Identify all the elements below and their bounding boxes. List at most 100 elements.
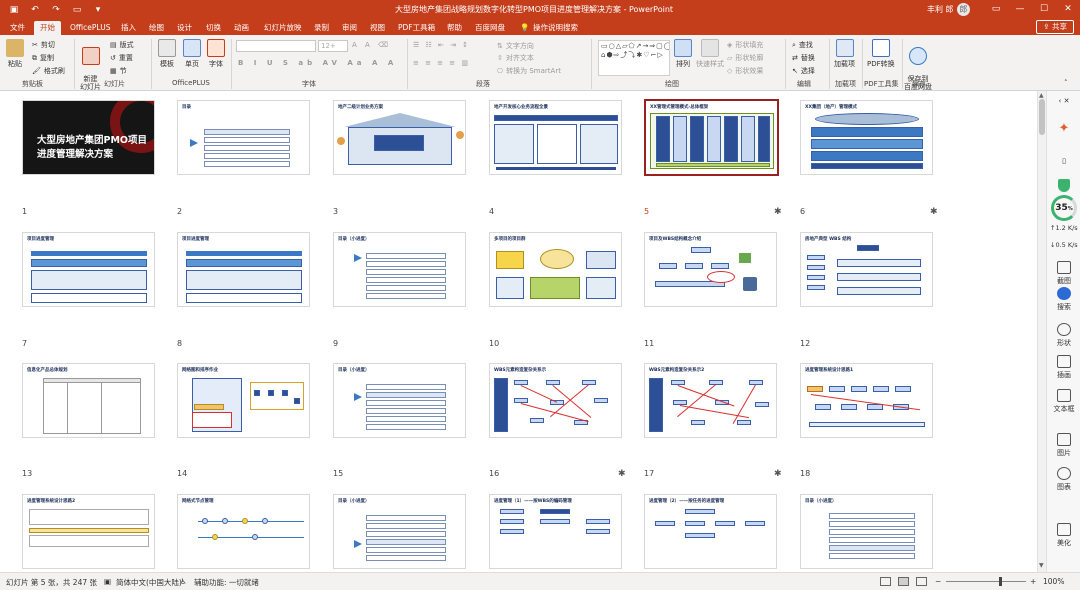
pdf-convert-button[interactable]: PDF转换 bbox=[867, 39, 895, 69]
tab-transitions[interactable]: 切换 bbox=[206, 21, 221, 35]
copy-button[interactable]: ⧉ 复制 bbox=[32, 53, 54, 63]
text-direction-button[interactable]: ⇅ 文字方向 bbox=[497, 41, 534, 51]
slide-thumbnail[interactable]: 目录（小进度） bbox=[333, 363, 466, 438]
slide-sorter-view-icon[interactable] bbox=[898, 577, 909, 586]
section-button[interactable]: ▦ 节 bbox=[110, 66, 127, 76]
new-slide-button[interactable]: 新建 幻灯片 bbox=[80, 39, 101, 91]
search-tool[interactable]: 搜索 bbox=[1047, 287, 1080, 312]
tell-me-search[interactable]: 操作说明搜索 bbox=[533, 21, 578, 35]
slide-thumbnail-selected[interactable]: XX管理式管理模式-总体框架 bbox=[644, 99, 779, 176]
tab-officeplus[interactable]: OfficePLUS bbox=[70, 21, 110, 35]
shape-effects-button[interactable]: ◇ 形状效果 bbox=[727, 66, 763, 76]
close-icon[interactable]: ✕ bbox=[1056, 0, 1080, 19]
single-page-button[interactable]: 单页 bbox=[183, 39, 201, 69]
scroll-up-icon[interactable]: ▲ bbox=[1039, 92, 1044, 99]
ribbon-display-icon[interactable]: ▭ bbox=[984, 0, 1008, 19]
slide-thumbnail[interactable]: 项目及WBS结构概念介绍 bbox=[644, 232, 777, 307]
tab-pdf-toolbox[interactable]: PDF工具箱 bbox=[398, 21, 435, 35]
tab-view[interactable]: 视图 bbox=[370, 21, 385, 35]
align-buttons[interactable]: ≡ ≡ ≡ ≡ ▥ bbox=[413, 59, 470, 67]
minimize-icon[interactable]: — bbox=[1008, 0, 1032, 19]
language-indicator[interactable]: 简体中文(中国大陆) bbox=[116, 577, 182, 588]
illustration-tool[interactable]: 插画 bbox=[1047, 355, 1080, 380]
tab-home[interactable]: 开始 bbox=[34, 21, 61, 35]
slide-thumbnail[interactable]: WBS元素构造复杂关系示 bbox=[489, 363, 622, 438]
select-button[interactable]: ↖ 选择 bbox=[792, 66, 815, 76]
scrollbar-thumb[interactable] bbox=[1039, 99, 1045, 135]
performance-gauge[interactable]: 35% bbox=[1051, 195, 1077, 221]
shapes-tool[interactable]: 形状 bbox=[1047, 323, 1080, 348]
redo-icon[interactable]: ↷ bbox=[50, 5, 62, 15]
tab-draw[interactable]: 绘图 bbox=[149, 21, 164, 35]
font-style-buttons[interactable]: B I U S ab AV Aa A A bbox=[238, 59, 397, 67]
slide-thumbnail[interactable]: 地产二级计划业务方案 bbox=[333, 100, 466, 175]
tab-animations[interactable]: 动画 bbox=[234, 21, 249, 35]
align-text-button[interactable]: ⇳ 对齐文本 bbox=[497, 53, 534, 63]
font-button[interactable]: 字体 bbox=[207, 39, 225, 69]
tab-insert[interactable]: 插入 bbox=[121, 21, 136, 35]
slide-thumbnail[interactable]: 大型房地产集团PMO项目进度管理解决方案 bbox=[22, 100, 155, 175]
scroll-down-icon[interactable]: ▼ bbox=[1039, 562, 1044, 569]
quick-styles-button[interactable]: 快速样式 bbox=[696, 39, 724, 69]
tab-design[interactable]: 设计 bbox=[177, 21, 192, 35]
customize-qat-icon[interactable]: ▾ bbox=[92, 5, 104, 15]
slide-thumbnail[interactable]: 房地产典型 WBS 结构 bbox=[800, 232, 933, 307]
proofing-icon[interactable]: ▣ bbox=[104, 577, 111, 586]
tab-record[interactable]: 录制 bbox=[314, 21, 329, 35]
slide-thumbnail[interactable]: 进度管理系统设计思路1 bbox=[800, 363, 933, 438]
slide-thumbnail[interactable]: 进度管理（2）——按任务的进度管理 bbox=[644, 494, 777, 569]
tab-file[interactable]: 文件 bbox=[10, 21, 25, 35]
layout-button[interactable]: ▤ 版式 bbox=[110, 40, 134, 50]
list-buttons[interactable]: ☰ ☷ ⇤ ⇥ ↕ bbox=[413, 41, 470, 49]
tab-slideshow[interactable]: 幻灯片放映 bbox=[264, 21, 302, 35]
phone-icon[interactable]: ▯ bbox=[1047, 157, 1080, 165]
normal-view-icon[interactable] bbox=[880, 577, 891, 586]
slide-thumbnail[interactable]: 多项目的项目群 bbox=[489, 232, 622, 307]
textbox-tool[interactable]: 文本框 bbox=[1047, 389, 1080, 414]
slide-thumbnail[interactable]: 网络图和排序作业 bbox=[177, 363, 310, 438]
start-slideshow-icon[interactable]: ▭ bbox=[71, 5, 83, 15]
slide-thumbnail[interactable]: 项目进度管理 bbox=[177, 232, 310, 307]
avatar[interactable]: 郎 bbox=[957, 3, 970, 16]
picture-tool[interactable]: 图片 bbox=[1047, 433, 1080, 458]
accessibility-status[interactable]: 辅助功能: 一切就绪 bbox=[194, 577, 259, 588]
assistant-logo-icon[interactable]: ✦ bbox=[1047, 121, 1080, 136]
maximize-icon[interactable]: ☐ bbox=[1032, 0, 1056, 19]
collapse-ribbon-icon[interactable]: ˄ bbox=[1064, 79, 1068, 87]
paste-button[interactable]: 粘贴 bbox=[6, 39, 24, 69]
reset-button[interactable]: ↺ 重置 bbox=[110, 53, 133, 63]
shape-fill-button[interactable]: ◈ 形状填充 bbox=[727, 40, 763, 50]
slide-thumbnail[interactable]: 进度管理系统设计思路2 bbox=[22, 494, 155, 569]
share-button[interactable]: ⇪ 共享 bbox=[1036, 20, 1074, 34]
zoom-out-icon[interactable]: − bbox=[935, 577, 941, 586]
user-name[interactable]: 丰利 郎 bbox=[927, 4, 954, 15]
font-size-grow-shrink[interactable]: A A ⌫ bbox=[352, 41, 391, 49]
slide-thumbnail[interactable]: 进度管理（1）——按WBS的编码管理 bbox=[489, 494, 622, 569]
zoom-slider-knob[interactable] bbox=[999, 577, 1002, 586]
font-name-field[interactable] bbox=[236, 40, 316, 52]
slide-thumbnail[interactable]: WBS元素构造复杂关系示2 bbox=[644, 363, 777, 438]
find-button[interactable]: ⌕ 查找 bbox=[792, 40, 813, 50]
zoom-level[interactable]: 100% bbox=[1043, 577, 1064, 586]
slide-thumbnail[interactable]: XX集团（地产）管理模式 bbox=[800, 100, 933, 175]
slide-thumbnail[interactable]: 项目进度管理 bbox=[22, 232, 155, 307]
slide-thumbnail[interactable]: 网络式节点管理 bbox=[177, 494, 310, 569]
font-size-field[interactable]: 12+ bbox=[318, 40, 348, 52]
zoom-in-icon[interactable]: + bbox=[1030, 577, 1036, 586]
tab-baidu-netdisk[interactable]: 百度网盘 bbox=[475, 21, 505, 35]
beautify-tool[interactable]: 美化 bbox=[1047, 523, 1080, 548]
template-button[interactable]: 模板 bbox=[158, 39, 176, 69]
cut-button[interactable]: ✂ 剪切 bbox=[32, 40, 55, 50]
shapes-gallery[interactable]: ▭○△▱⬠↗→⇒▢◯⬡☆⌒{}⌂⬢⇨⤴⤵✱♡⌐▷ bbox=[598, 40, 670, 76]
shape-outline-button[interactable]: ▱ 形状轮廓 bbox=[727, 53, 763, 63]
tab-review[interactable]: 审阅 bbox=[342, 21, 357, 35]
arrange-button[interactable]: 排列 bbox=[674, 39, 692, 69]
slide-thumbnail[interactable]: 目录（小进度） bbox=[800, 494, 933, 569]
slide-thumbnail[interactable]: 目录 bbox=[177, 100, 310, 175]
smartart-button[interactable]: ⎔ 转换为 SmartArt bbox=[497, 66, 561, 76]
undo-icon[interactable]: ↶ bbox=[29, 5, 41, 15]
slide-thumbnail[interactable]: 信息化产品总体规划 bbox=[22, 363, 155, 438]
chart-tool[interactable]: 图表 bbox=[1047, 467, 1080, 492]
slide-thumbnail[interactable]: 地产开发核心业务流程全景 bbox=[489, 100, 622, 175]
save-icon[interactable]: ▣ bbox=[8, 5, 20, 15]
